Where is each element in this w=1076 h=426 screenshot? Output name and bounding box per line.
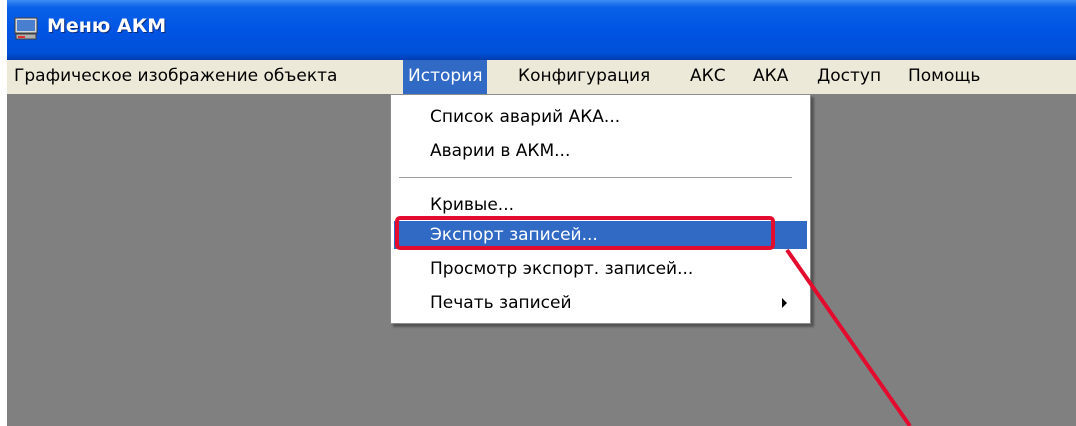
annotation-pointer-line xyxy=(785,248,912,426)
